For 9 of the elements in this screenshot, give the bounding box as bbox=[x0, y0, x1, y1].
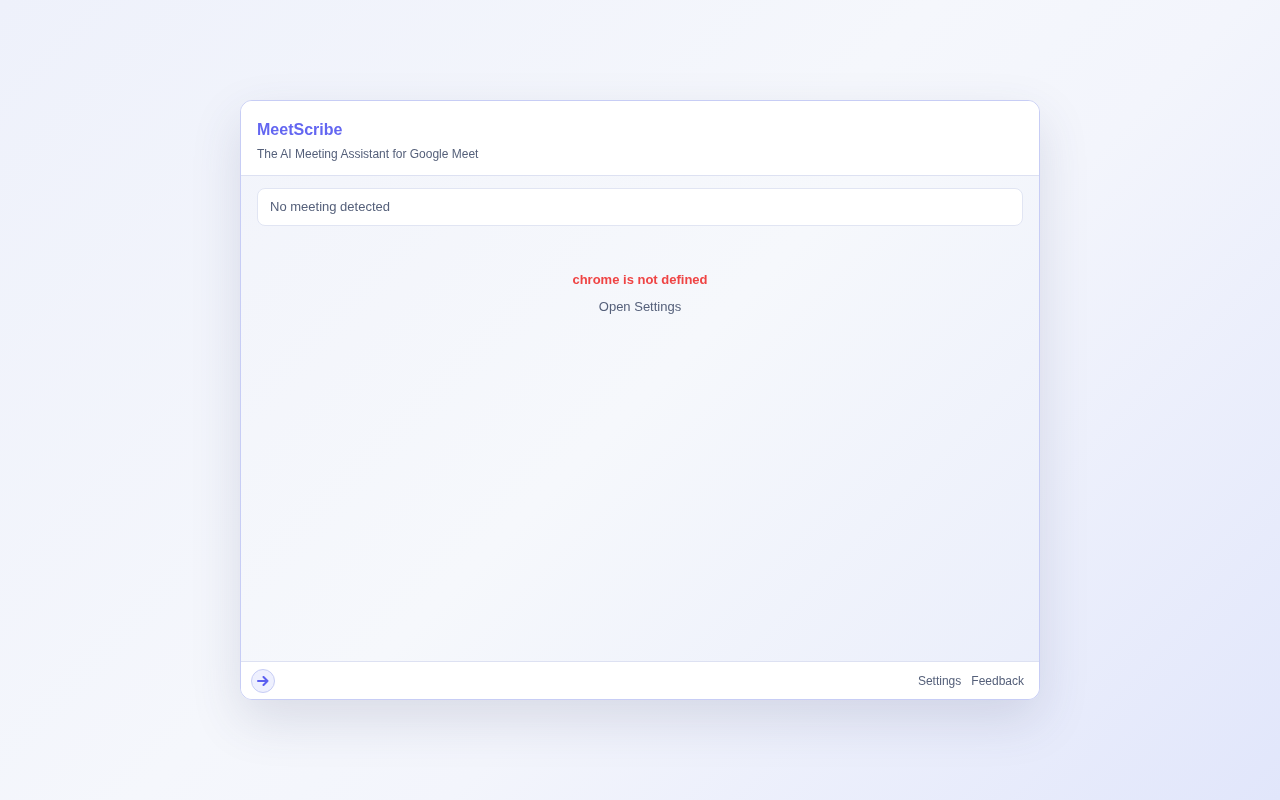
arrow-right-icon bbox=[257, 675, 269, 686]
open-settings-link[interactable]: Open Settings bbox=[598, 298, 682, 315]
error-message: chrome is not defined bbox=[572, 271, 708, 288]
app-subtitle: The AI Meeting Assistant for Google Meet bbox=[257, 146, 480, 162]
footer-link[interactable]: Feedback bbox=[971, 672, 1024, 689]
meeting-status: No meeting detected bbox=[257, 188, 1023, 226]
arrow-right-button[interactable] bbox=[251, 668, 275, 693]
app-title: MeetScribe bbox=[257, 120, 344, 140]
footer-link[interactable]: Settings bbox=[917, 672, 962, 689]
